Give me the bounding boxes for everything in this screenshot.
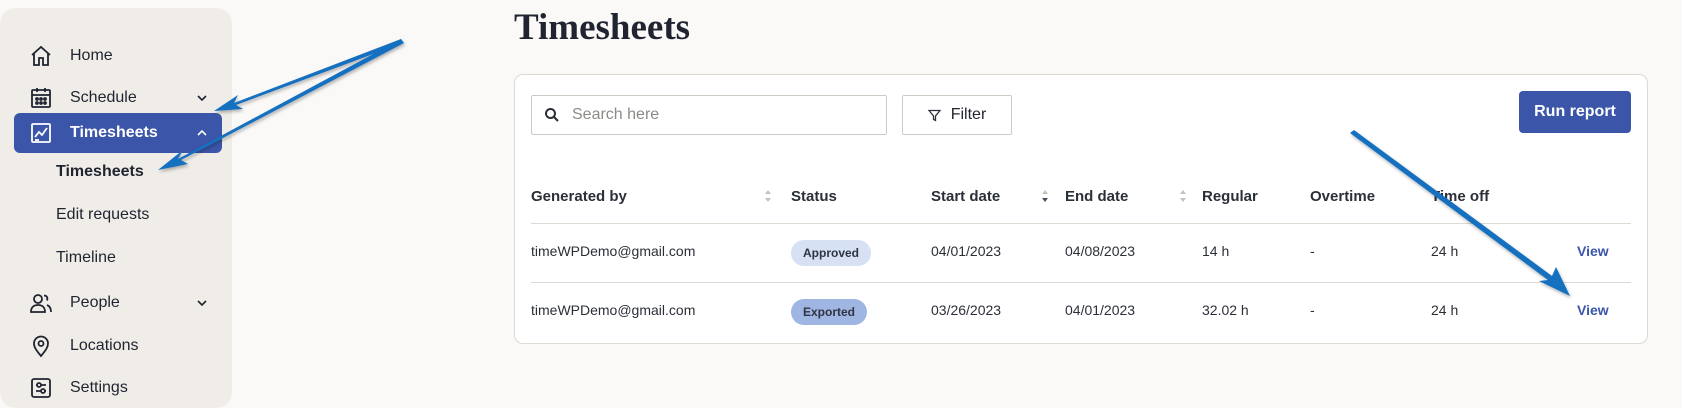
cell-regular: 14 h (1202, 243, 1230, 259)
timesheets-card: Filter Run report Generated by Status St… (514, 74, 1648, 344)
sidebar-item-label: Timesheets (70, 124, 158, 141)
filter-label: Filter (950, 106, 987, 123)
subnav-timeline[interactable]: Timeline (56, 249, 116, 267)
cell-generated-by: timeWPDemo@gmail.com (531, 302, 696, 318)
header-time-off: Time off (1431, 188, 1490, 205)
sidebar-item-label: Settings (70, 379, 128, 396)
divider (531, 223, 1631, 224)
status-badge: Exported (791, 299, 868, 325)
sidebar-item-settings[interactable]: Settings (14, 368, 222, 408)
filter-button[interactable]: Filter (902, 95, 1012, 135)
header-status: Status (791, 188, 837, 205)
cell-end-date: 04/01/2023 (1065, 302, 1136, 318)
sidebar-item-schedule[interactable]: Schedule (14, 78, 222, 118)
location-pin-icon (28, 333, 54, 359)
run-report-button[interactable]: Run report (1519, 91, 1631, 133)
cell-regular: 32.02 h (1202, 302, 1249, 318)
cell-time-off: 24 h (1431, 243, 1459, 259)
page-title: Timesheets (514, 7, 691, 48)
header-generated-by[interactable]: Generated by (531, 188, 627, 205)
cell-start-date: 03/26/2023 (931, 302, 1002, 318)
header-start-date[interactable]: Start date (931, 188, 1000, 205)
sidebar-item-label: People (70, 294, 120, 311)
chevron-down-icon (194, 295, 210, 311)
cell-end-date: 04/08/2023 (1065, 243, 1136, 259)
settings-icon (28, 375, 54, 401)
sidebar-item-people[interactable]: People (14, 283, 222, 323)
cell-start-date: 04/01/2023 (931, 243, 1002, 259)
search-input[interactable] (570, 105, 874, 125)
divider (531, 282, 1631, 283)
cell-generated-by: timeWPDemo@gmail.com (531, 243, 696, 259)
header-overtime: Overtime (1310, 188, 1376, 205)
sidebar-item-locations[interactable]: Locations (14, 326, 222, 366)
cell-overtime: - (1310, 243, 1315, 259)
sidebar-item-label: Home (70, 47, 113, 64)
view-link[interactable]: View (1577, 302, 1609, 318)
sort-icon[interactable] (764, 189, 772, 203)
sidebar: Home Schedule Timesheets Timesheets Edit… (0, 8, 232, 408)
filter-icon (927, 109, 942, 122)
home-icon (28, 43, 54, 69)
chevron-up-icon (194, 125, 210, 141)
header-end-date[interactable]: End date (1065, 188, 1128, 205)
search-box (531, 95, 887, 135)
search-icon (544, 107, 560, 123)
sidebar-item-label: Schedule (70, 89, 137, 106)
status-badge: Approved (791, 240, 872, 266)
sidebar-item-label: Locations (70, 337, 139, 354)
sort-icon[interactable] (1179, 189, 1187, 203)
sort-desc-icon[interactable] (1041, 189, 1049, 203)
header-regular: Regular (1202, 188, 1258, 205)
sidebar-item-timesheets[interactable]: Timesheets (14, 113, 222, 153)
subnav-edit-requests[interactable]: Edit requests (56, 206, 149, 224)
calendar-icon (28, 85, 54, 111)
cell-time-off: 24 h (1431, 302, 1459, 318)
sidebar-item-home[interactable]: Home (14, 36, 222, 76)
annotation-arrow (214, 39, 403, 111)
cell-overtime: - (1310, 302, 1315, 318)
chart-line-icon (28, 120, 54, 146)
chevron-down-icon (194, 90, 210, 106)
view-link[interactable]: View (1577, 243, 1609, 259)
subnav-timesheets[interactable]: Timesheets (56, 163, 144, 181)
people-icon (28, 290, 54, 316)
